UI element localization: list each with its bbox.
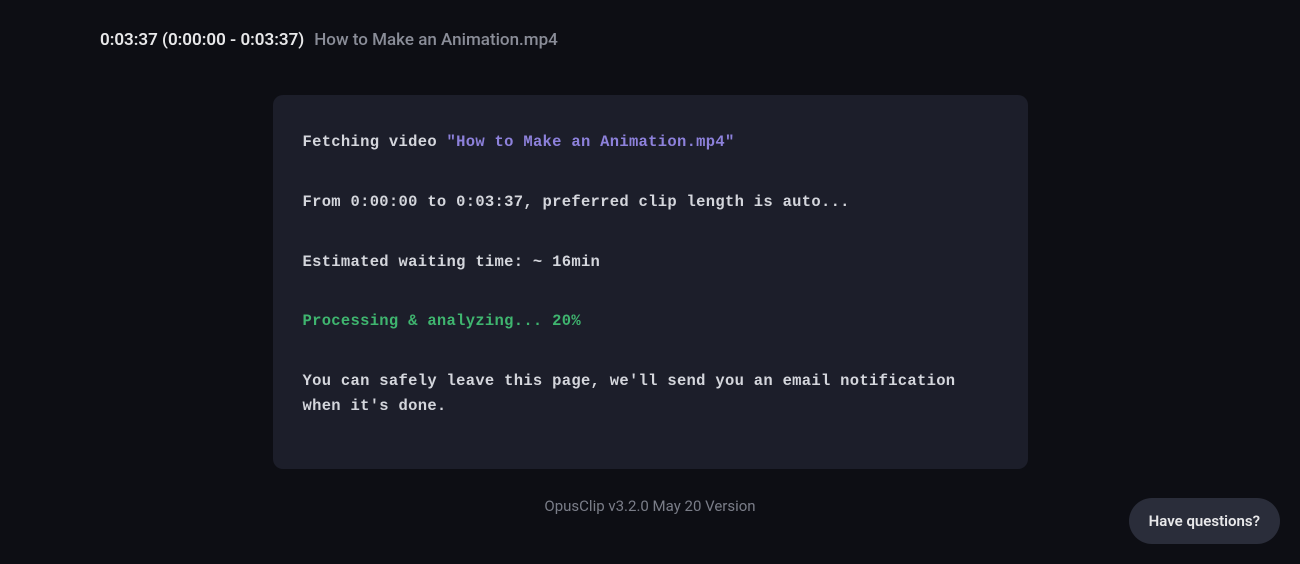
video-header: 0:03:37 (0:00:00 - 0:03:37) How to Make … [0, 0, 1300, 50]
help-button[interactable]: Have questions? [1129, 498, 1280, 544]
version-footer: OpusClip v3.2.0 May 20 Version [0, 497, 1300, 515]
video-timestamp: 0:03:37 (0:00:00 - 0:03:37) [100, 30, 304, 50]
fetching-filename: "How to Make an Animation.mp4" [447, 133, 735, 151]
notice-line: You can safely leave this page, we'll se… [303, 369, 998, 419]
fetching-status-line: Fetching video "How to Make an Animation… [303, 130, 998, 155]
fetching-prefix: Fetching video [303, 133, 447, 151]
estimate-status-line: Estimated waiting time: ~ 16min [303, 250, 998, 275]
processing-status-line: Processing & analyzing... 20% [303, 309, 998, 334]
processing-console: Fetching video "How to Make an Animation… [273, 95, 1028, 469]
range-status-line: From 0:00:00 to 0:03:37, preferred clip … [303, 190, 998, 215]
video-filename: How to Make an Animation.mp4 [314, 30, 558, 50]
